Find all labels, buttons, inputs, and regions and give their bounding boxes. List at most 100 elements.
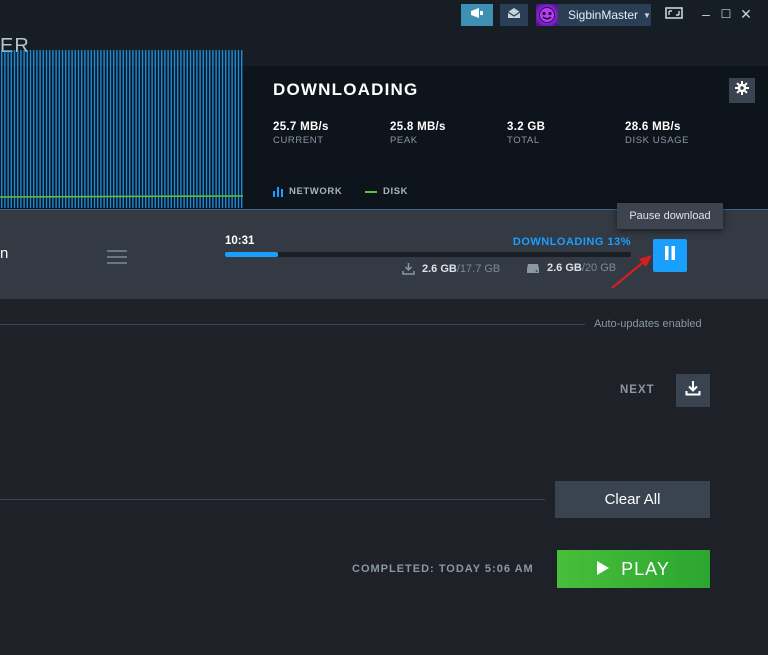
network-graph-bar [10, 50, 12, 208]
network-graph-bar [84, 50, 86, 208]
network-graph-bar [52, 50, 54, 208]
download-settings-button[interactable] [729, 78, 755, 103]
queue-next-download-button[interactable] [676, 374, 710, 407]
next-label: NEXT [620, 384, 655, 396]
legend-network-label: NETWORK [289, 186, 343, 197]
stat-total: 3.2 GB TOTAL [507, 121, 545, 146]
network-graph-bar [23, 50, 25, 208]
network-graph-bar [209, 50, 211, 208]
disk-size: 2.6 GB /20 GB [526, 262, 616, 274]
stat-total-value: 3.2 GB [507, 121, 546, 133]
minimize-icon[interactable]: – [697, 5, 715, 23]
disk-line-icon [365, 190, 377, 193]
network-graph-bar [45, 50, 48, 208]
stat-current-value: 25.7 MB/s [273, 121, 329, 133]
network-graph-bar [145, 50, 147, 208]
network-graph-bar [1, 50, 3, 208]
network-graph-bar [167, 50, 169, 208]
legend-disk-label: DISK [383, 186, 409, 197]
network-graph [0, 50, 243, 208]
downloaded-amount: 2.6 GB [422, 262, 457, 275]
network-graph-bar [4, 50, 6, 208]
stat-disk-usage-label: DISK USAGE [625, 135, 690, 146]
big-picture-button[interactable] [663, 4, 685, 26]
play-icon [597, 560, 610, 578]
stat-peak: 25.8 MB/s PEAK [390, 121, 446, 146]
network-graph-bar [77, 50, 80, 208]
network-graph-bar [20, 50, 22, 208]
download-icon [685, 380, 701, 401]
download-progress-fill [225, 252, 278, 257]
network-graph-bar [58, 50, 60, 208]
avatar [536, 4, 558, 26]
network-graph-bar [138, 50, 140, 208]
account-menu-button[interactable]: SigbinMaster ▼ [536, 4, 651, 26]
network-graph-bar [103, 50, 105, 208]
network-graph-bar [116, 50, 118, 208]
network-graph-bar [173, 50, 176, 208]
play-label: PLAY [621, 558, 670, 579]
network-graph-bar [199, 50, 201, 208]
network-graph-bar [39, 50, 41, 208]
network-graph-bar [212, 50, 214, 208]
pause-download-button[interactable] [653, 239, 687, 272]
completed-divider [0, 499, 545, 500]
legend-network: NETWORK [273, 186, 342, 197]
network-graph-bar [135, 50, 137, 208]
network-graph-bar [161, 50, 163, 208]
download-progress-bar [225, 252, 631, 257]
network-graph-bar [193, 50, 195, 208]
clear-all-button[interactable]: Clear All [555, 481, 710, 518]
notifications-button[interactable] [500, 4, 528, 26]
network-bars-icon [273, 186, 283, 197]
game-title[interactable]: n [0, 245, 8, 262]
network-graph-bar [183, 50, 185, 208]
stat-current-label: CURRENT [273, 135, 324, 146]
network-graph-bar [122, 50, 124, 208]
announcement-icon [470, 6, 484, 24]
network-graph-bar [170, 50, 172, 208]
network-graph-bar [71, 50, 73, 208]
completed-timestamp: COMPLETED: TODAY 5:06 AM [352, 563, 534, 575]
pause-icon [664, 246, 676, 265]
announcement-button[interactable] [461, 4, 493, 26]
caret-down-icon: ▼ [643, 10, 651, 20]
network-graph-bar [157, 50, 160, 208]
disk-graph-line [0, 195, 243, 198]
network-graph-bar [164, 50, 166, 208]
network-graph-bar [177, 50, 179, 208]
network-graph-bar [186, 50, 188, 208]
network-graph-bar [234, 50, 236, 208]
network-graph-bar [109, 50, 112, 208]
network-graph-bar [106, 50, 108, 208]
network-graph-bar [17, 50, 19, 208]
title-bar: SigbinMaster ▼ – ☐ ✕ [0, 0, 768, 30]
maximize-icon[interactable]: ☐ [717, 5, 735, 23]
network-graph-bar [154, 50, 156, 208]
download-status-title: DOWNLOADING [273, 80, 419, 99]
network-graph-bar [196, 50, 198, 208]
network-graph-bar [241, 50, 243, 208]
auto-updates-status: Auto-updates enabled [594, 318, 702, 330]
play-button[interactable]: PLAY [557, 550, 710, 588]
network-graph-bar [215, 50, 217, 208]
network-graph-bar [180, 50, 182, 208]
network-graph-bar [129, 50, 131, 208]
network-graph-bar [125, 50, 128, 208]
network-graph-bar [202, 50, 204, 208]
network-graph-bar [100, 50, 102, 208]
network-graph-bar [13, 50, 16, 208]
network-graph-bar [61, 50, 64, 208]
network-graph-bar [29, 50, 32, 208]
up-next-divider [0, 324, 585, 325]
close-icon[interactable]: ✕ [737, 5, 755, 23]
stat-total-label: TOTAL [507, 135, 540, 146]
network-graph-bar [74, 50, 76, 208]
network-graph-bar [36, 50, 38, 208]
network-graph-bar [237, 50, 240, 208]
network-graph-bar [132, 50, 134, 208]
hamburger-menu-icon[interactable] [107, 250, 127, 264]
network-graph-bar [151, 50, 153, 208]
network-graph-bar [189, 50, 192, 208]
big-picture-icon [665, 6, 683, 24]
